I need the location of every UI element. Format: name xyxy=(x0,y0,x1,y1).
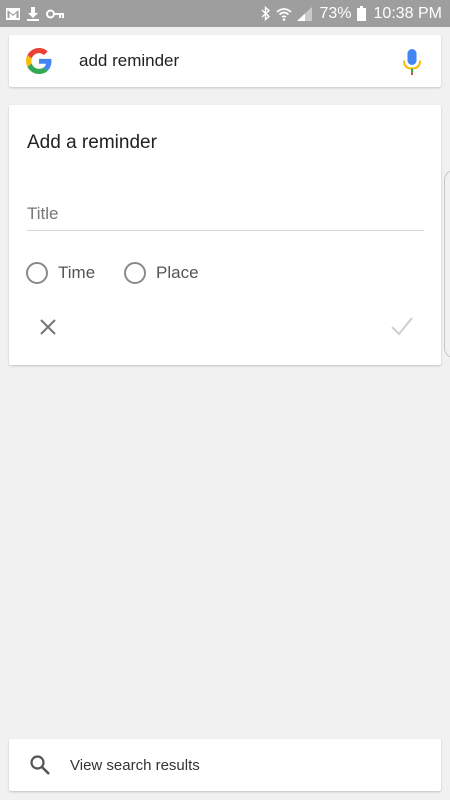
key-icon xyxy=(46,9,64,18)
notification-icons xyxy=(6,6,64,21)
wifi-icon xyxy=(276,7,293,21)
system-icons: 73% 10:38 PM xyxy=(261,5,442,23)
google-g-icon[interactable] xyxy=(26,48,52,74)
mic-icon[interactable] xyxy=(401,49,423,75)
time-option[interactable]: Time xyxy=(26,262,95,284)
place-option[interactable]: Place xyxy=(124,262,199,284)
battery-percentage: 73% xyxy=(319,4,352,22)
status-bar: 73% 10:38 PM xyxy=(0,0,450,27)
add-reminder-card: Add a reminder Time Place xyxy=(9,105,441,365)
clock: 10:38 PM xyxy=(373,4,442,22)
check-icon[interactable] xyxy=(389,313,415,339)
view-search-results-label[interactable]: View search results xyxy=(70,757,200,774)
battery-icon xyxy=(356,6,366,21)
bluetooth-icon xyxy=(262,6,271,21)
place-label[interactable]: Place xyxy=(156,263,199,283)
edge-panel-handle[interactable] xyxy=(444,170,450,358)
close-icon[interactable] xyxy=(36,315,60,339)
place-radio[interactable] xyxy=(124,262,146,284)
search-query[interactable]: add reminder xyxy=(79,51,179,71)
view-search-results-bar[interactable]: View search results xyxy=(9,739,441,791)
search-bar[interactable]: add reminder xyxy=(9,35,441,87)
title-input[interactable] xyxy=(27,197,424,231)
download-icon xyxy=(27,6,39,21)
time-radio[interactable] xyxy=(26,262,48,284)
signal-icon xyxy=(297,6,313,21)
search-icon[interactable] xyxy=(29,754,51,776)
card-title: Add a reminder xyxy=(27,132,157,153)
gmail-icon xyxy=(6,7,20,20)
time-label[interactable]: Time xyxy=(58,263,95,283)
